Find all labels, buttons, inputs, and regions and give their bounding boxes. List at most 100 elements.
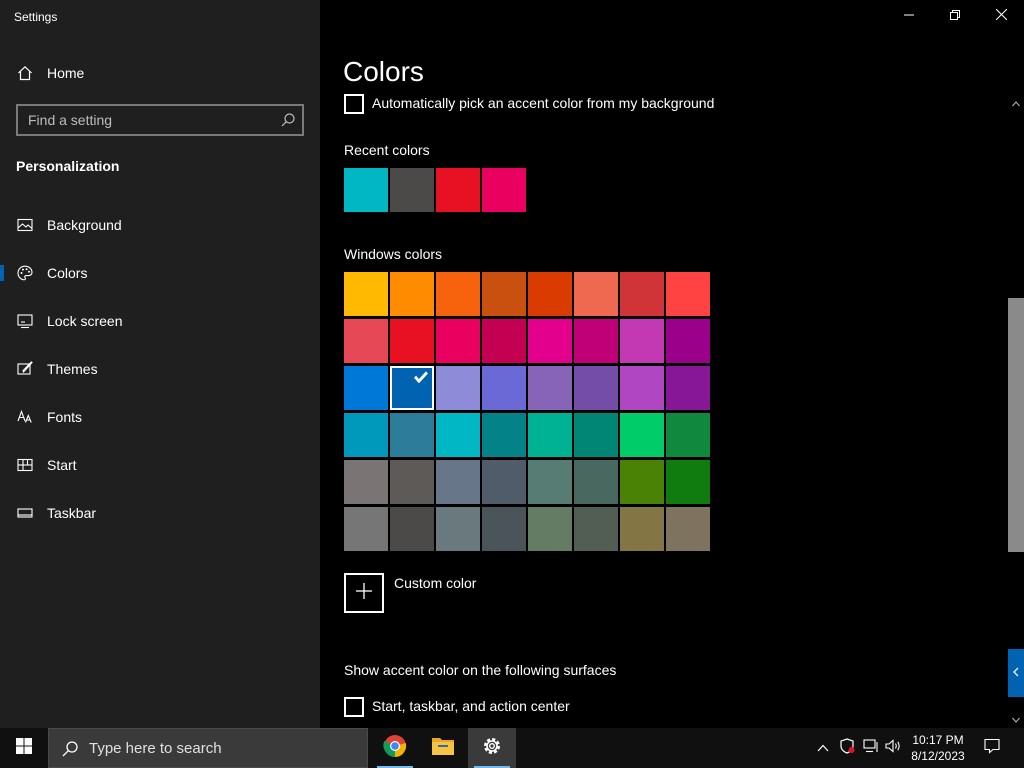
sidebar-item-colors[interactable]: Colors bbox=[0, 253, 320, 293]
windows-color-swatch[interactable] bbox=[344, 413, 388, 457]
windows-color-swatch[interactable] bbox=[666, 460, 710, 504]
windows-color-swatch[interactable] bbox=[666, 507, 710, 551]
windows-color-swatch[interactable] bbox=[344, 460, 388, 504]
action-center-button[interactable] bbox=[980, 728, 1004, 768]
minimize-button[interactable] bbox=[886, 0, 932, 32]
recent-color-swatch[interactable] bbox=[436, 168, 480, 212]
app-title: Settings bbox=[14, 10, 58, 24]
restore-button[interactable] bbox=[932, 0, 978, 32]
windows-color-swatch[interactable] bbox=[528, 507, 572, 551]
windows-color-swatch[interactable] bbox=[620, 319, 664, 363]
taskbar-file-explorer[interactable] bbox=[419, 728, 467, 768]
windows-color-swatch[interactable] bbox=[436, 460, 480, 504]
search-icon[interactable] bbox=[280, 112, 296, 128]
windows-color-swatch[interactable] bbox=[666, 366, 710, 410]
windows-color-swatch[interactable] bbox=[528, 366, 572, 410]
find-setting-search[interactable] bbox=[16, 104, 304, 136]
recent-color-swatch[interactable] bbox=[482, 168, 526, 212]
windows-color-swatch[interactable] bbox=[344, 272, 388, 316]
windows-color-swatch[interactable] bbox=[620, 413, 664, 457]
windows-color-swatch[interactable] bbox=[574, 413, 618, 457]
windows-color-swatch[interactable] bbox=[574, 460, 618, 504]
windows-color-swatch[interactable] bbox=[574, 366, 618, 410]
windows-color-swatch[interactable] bbox=[574, 272, 618, 316]
windows-color-swatch[interactable] bbox=[390, 460, 434, 504]
taskbar-clock[interactable]: 10:17 PM 8/12/2023 bbox=[907, 732, 969, 764]
sidebar-item-start[interactable]: Start bbox=[0, 445, 320, 485]
start-taskbar-checkbox[interactable] bbox=[344, 697, 364, 717]
recent-color-swatch[interactable] bbox=[390, 168, 434, 212]
scroll-down-arrow-icon[interactable] bbox=[1008, 712, 1024, 728]
taskbar-search-box[interactable]: Type here to search bbox=[48, 728, 368, 768]
windows-color-swatch[interactable] bbox=[574, 507, 618, 551]
windows-color-swatch[interactable] bbox=[482, 272, 526, 316]
network-tray[interactable] bbox=[862, 728, 880, 768]
close-button[interactable] bbox=[978, 0, 1024, 32]
windows-color-swatch[interactable] bbox=[344, 366, 388, 410]
brush-icon bbox=[16, 360, 34, 378]
windows-color-swatch[interactable] bbox=[436, 366, 480, 410]
find-setting-input[interactable] bbox=[18, 106, 268, 134]
start-taskbar-label: Start, taskbar, and action center bbox=[372, 698, 570, 714]
windows-color-swatch[interactable] bbox=[528, 460, 572, 504]
windows-color-swatch[interactable] bbox=[482, 413, 526, 457]
home-nav-item[interactable]: Home bbox=[0, 53, 320, 93]
show-hidden-icons-button[interactable] bbox=[814, 728, 832, 768]
sidebar-item-label: Colors bbox=[47, 265, 88, 281]
windows-color-swatch[interactable] bbox=[666, 272, 710, 316]
windows-color-swatch[interactable] bbox=[620, 460, 664, 504]
auto-pick-checkbox[interactable] bbox=[344, 94, 364, 114]
windows-color-swatch[interactable] bbox=[666, 319, 710, 363]
windows-color-swatch[interactable] bbox=[436, 319, 480, 363]
scroll-thumb[interactable] bbox=[1008, 298, 1024, 552]
plus-icon bbox=[355, 582, 373, 605]
windows-security-tray[interactable] bbox=[838, 728, 856, 768]
windows-color-swatch[interactable] bbox=[482, 319, 526, 363]
windows-color-swatch[interactable] bbox=[390, 413, 434, 457]
vertical-scrollbar[interactable] bbox=[1008, 96, 1024, 728]
windows-color-swatch[interactable] bbox=[390, 319, 434, 363]
windows-color-swatch[interactable] bbox=[436, 272, 480, 316]
windows-color-swatch[interactable] bbox=[344, 319, 388, 363]
sidebar-item-background[interactable]: Background bbox=[0, 205, 320, 245]
windows-color-swatch[interactable] bbox=[620, 272, 664, 316]
windows-color-swatch[interactable] bbox=[620, 507, 664, 551]
scroll-up-arrow-icon[interactable] bbox=[1008, 96, 1024, 112]
clock-date: 8/12/2023 bbox=[911, 749, 965, 763]
sidebar-item-themes[interactable]: Themes bbox=[0, 349, 320, 389]
volume-tray[interactable] bbox=[885, 728, 903, 768]
taskbar-chrome[interactable] bbox=[371, 728, 419, 768]
side-panel-tab[interactable] bbox=[1008, 649, 1024, 697]
windows-color-swatch[interactable] bbox=[390, 272, 434, 316]
custom-color-label[interactable]: Custom color bbox=[394, 575, 476, 591]
windows-colors-heading: Windows colors bbox=[344, 246, 443, 262]
windows-color-swatch[interactable] bbox=[528, 413, 572, 457]
windows-color-swatch[interactable] bbox=[482, 507, 526, 551]
search-icon bbox=[61, 740, 79, 763]
windows-color-swatch[interactable] bbox=[482, 366, 526, 410]
windows-color-swatch[interactable] bbox=[528, 272, 572, 316]
sidebar-item-label: Taskbar bbox=[47, 505, 97, 521]
clock-time: 10:17 PM bbox=[912, 733, 964, 747]
file-explorer-icon bbox=[431, 735, 455, 762]
sidebar-item-lock-screen[interactable]: Lock screen bbox=[0, 301, 320, 341]
windows-color-swatch[interactable] bbox=[528, 319, 572, 363]
windows-color-swatch[interactable] bbox=[666, 413, 710, 457]
windows-color-swatch[interactable] bbox=[436, 413, 480, 457]
taskbar-settings[interactable] bbox=[468, 728, 516, 768]
windows-color-swatch[interactable] bbox=[344, 507, 388, 551]
windows-color-swatch[interactable] bbox=[620, 366, 664, 410]
sidebar-item-taskbar[interactable]: Taskbar bbox=[0, 493, 320, 533]
sidebar-item-fonts[interactable]: Fonts bbox=[0, 397, 320, 437]
recent-color-swatch[interactable] bbox=[344, 168, 388, 212]
custom-color-button[interactable] bbox=[344, 573, 384, 613]
windows-color-swatch[interactable] bbox=[574, 319, 618, 363]
lock-screen-icon bbox=[16, 312, 34, 330]
start-button[interactable] bbox=[0, 728, 48, 768]
windows-color-swatch[interactable] bbox=[390, 507, 434, 551]
windows-color-swatch[interactable] bbox=[482, 460, 526, 504]
chrome-icon bbox=[383, 734, 407, 763]
windows-color-swatch[interactable] bbox=[390, 366, 434, 410]
windows-color-swatch[interactable] bbox=[436, 507, 480, 551]
windows-logo-icon bbox=[16, 737, 32, 759]
